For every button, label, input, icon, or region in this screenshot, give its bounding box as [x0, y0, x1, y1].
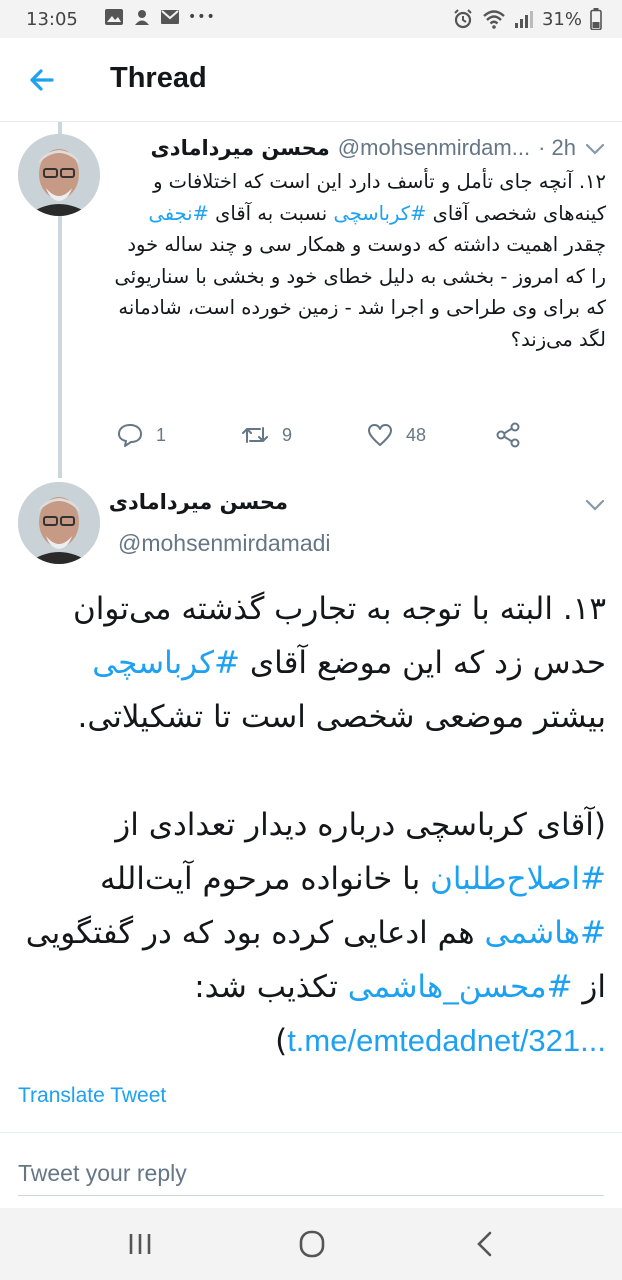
author-handle[interactable]: @mohsenmirdamadi: [118, 530, 331, 557]
app-notification-icon: [135, 10, 149, 25]
alarm-icon: [454, 9, 472, 29]
tweet-actions: 1 9 48: [116, 418, 536, 452]
image-notification-icon: [105, 9, 123, 25]
divider: [0, 1132, 622, 1133]
share-button[interactable]: [494, 418, 522, 452]
avatar[interactable]: [18, 134, 100, 216]
hashtag-link[interactable]: #اصلاح‌طلبان: [430, 861, 606, 897]
avatar-image: [18, 134, 100, 216]
reply-button[interactable]: 1: [116, 418, 166, 452]
translate-tweet-link[interactable]: Translate Tweet: [18, 1084, 166, 1108]
tweet-text-segment: چقدر اهمیت داشته که دوست و همکار سی و چن…: [114, 233, 606, 351]
tweet-timestamp: · 2h: [538, 135, 576, 160]
author-name[interactable]: محسن میردامادی: [109, 490, 288, 514]
system-nav-bar: [0, 1208, 622, 1280]
gmail-icon: [161, 10, 179, 24]
avatar-image: [18, 482, 100, 564]
tweet-paragraph: ۱۳. البته با توجه به تجارب گذشته می‌توان…: [16, 582, 606, 744]
tweet-header: محسن میردامادی @mohsenmirdam... · 2h: [116, 132, 576, 164]
tweet-text-segment: ): [275, 1023, 288, 1059]
hashtag-link[interactable]: #محسن_هاشمی: [348, 969, 573, 1005]
author-name[interactable]: محسن میردامادی: [151, 136, 330, 160]
hashtag-link[interactable]: #هاشمی: [484, 915, 606, 951]
tweet-text-segment: (آقای کرباسچی درباره دیدار تعدادی از: [115, 807, 606, 843]
battery-percent: 31%: [541, 8, 582, 30]
hashtag-link[interactable]: #کرباسچی: [92, 645, 240, 681]
wifi-icon: [483, 10, 505, 29]
retweet-count: 9: [282, 424, 293, 445]
status-time: 13:05: [26, 9, 78, 30]
tweet-paragraph: (آقای کرباسچی درباره دیدار تعدادی از #اص…: [16, 798, 606, 1068]
reply-icon: [118, 424, 142, 447]
page-title: Thread: [110, 62, 207, 94]
tweet-text-segment: بیشتر موضعی شخصی است تا تشکیلاتی.: [77, 699, 606, 735]
back-arrow-icon[interactable]: [22, 60, 62, 100]
app-header: Thread: [0, 38, 622, 122]
home-icon[interactable]: [292, 1226, 332, 1262]
external-link[interactable]: t.me/emtedadnet/321...: [287, 1023, 606, 1058]
retweet-button[interactable]: 9: [240, 418, 292, 452]
chevron-down-icon[interactable]: [584, 498, 606, 512]
like-count: 48: [406, 424, 427, 445]
recent-apps-icon[interactable]: [120, 1226, 160, 1262]
tweet-text-segment: تکذیب شد:: [194, 969, 348, 1005]
author-handle[interactable]: @mohsenmirdam...: [338, 135, 530, 161]
avatar[interactable]: [18, 482, 100, 564]
reply-input[interactable]: [18, 1152, 604, 1196]
status-right: 31%: [452, 8, 602, 30]
tweet-text: ۱۳. البته با توجه به تجارب گذشته می‌توان…: [16, 582, 606, 1068]
battery-icon: [590, 8, 602, 30]
status-bar: 13:05 ••• 31%: [0, 0, 622, 38]
chevron-down-icon[interactable]: [584, 142, 606, 156]
reply-count: 1: [156, 424, 167, 445]
notification-icons: •••: [104, 8, 216, 26]
hashtag-link[interactable]: #نجفی: [148, 202, 208, 225]
heart-icon: [368, 424, 392, 446]
tweet-text-segment: نسبت به آقای: [208, 201, 334, 225]
hashtag-link[interactable]: #کرباسچی: [333, 202, 426, 225]
tweet-text-segment: با خانواده مرحوم آیت‌الله: [99, 861, 431, 897]
back-nav-icon[interactable]: [466, 1226, 506, 1262]
like-button[interactable]: 48: [366, 418, 426, 452]
more-notifications-icon: •••: [188, 9, 216, 25]
share-icon: [496, 422, 520, 448]
signal-icon: [514, 11, 533, 28]
retweet-icon: [242, 427, 268, 443]
tweet-text: ۱۲. آنچه جای تأمل و تأسف دارد این است که…: [112, 166, 606, 355]
